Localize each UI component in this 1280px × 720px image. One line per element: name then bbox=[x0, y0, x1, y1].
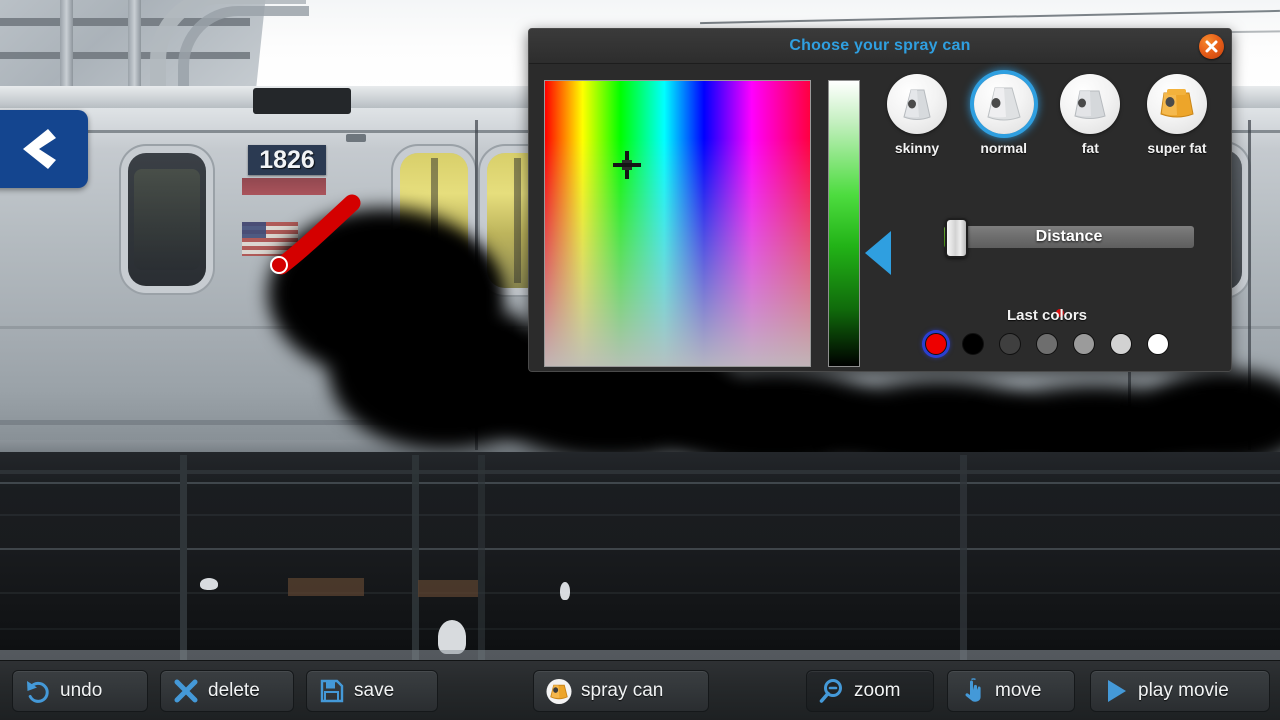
spray-can-dialog: Choose your spray can skinny normal fat … bbox=[528, 28, 1232, 372]
close-button[interactable] bbox=[1199, 34, 1224, 59]
skinny-can-icon bbox=[903, 89, 931, 120]
white-object bbox=[438, 620, 466, 654]
spray-can-label: spray can bbox=[581, 680, 664, 701]
graffiti-blob bbox=[380, 240, 500, 350]
spray-can-icon bbox=[546, 678, 572, 704]
spray-can-label: normal bbox=[980, 140, 1027, 156]
x-cross-icon bbox=[173, 678, 199, 704]
fence-wire bbox=[0, 592, 1280, 594]
zoom-label: zoom bbox=[854, 680, 901, 701]
close-icon bbox=[1205, 40, 1218, 53]
train-number-plate: 1826 bbox=[248, 145, 326, 175]
dialog-title: Choose your spray can bbox=[789, 37, 971, 54]
spray-can-label: fat bbox=[1081, 140, 1099, 156]
flag-canton bbox=[242, 222, 266, 238]
wood-plank bbox=[418, 580, 478, 597]
dialog-titlebar: Choose your spray can bbox=[529, 29, 1231, 64]
fence-wire bbox=[0, 514, 1280, 516]
color-swatch-light-gray[interactable] bbox=[1110, 333, 1132, 355]
fence-post bbox=[180, 455, 187, 660]
fence-wire bbox=[0, 482, 1280, 484]
distance-slider-knob[interactable] bbox=[945, 218, 968, 258]
platform-edge bbox=[0, 650, 1280, 660]
spray-can-disc bbox=[973, 74, 1034, 134]
hand-pointer-icon bbox=[960, 678, 986, 704]
distance-slider-track[interactable]: Distance bbox=[944, 226, 1194, 248]
undo-button[interactable]: undo bbox=[12, 670, 148, 712]
fence-wire bbox=[0, 548, 1280, 550]
spray-can-disc bbox=[1060, 74, 1121, 134]
roof-vent bbox=[346, 134, 366, 142]
play-triangle-icon bbox=[1103, 678, 1129, 704]
fence-post bbox=[478, 455, 485, 660]
color-swatch-red[interactable] bbox=[925, 333, 947, 355]
delete-label: delete bbox=[208, 680, 260, 701]
rail-line bbox=[0, 470, 1280, 474]
brightness-slider[interactable] bbox=[828, 80, 860, 367]
floppy-disk-icon bbox=[319, 678, 345, 704]
fence-post bbox=[412, 455, 419, 660]
crosshair-center bbox=[622, 160, 632, 170]
spray-can-disc bbox=[887, 74, 947, 134]
spray-can-label: skinny bbox=[894, 140, 940, 156]
spray-can-option-normal[interactable]: normal bbox=[964, 74, 1044, 156]
play-movie-button[interactable]: play movie bbox=[1090, 670, 1270, 712]
roof-hatch bbox=[253, 88, 351, 114]
saturation-value-field[interactable] bbox=[544, 80, 811, 367]
white-object bbox=[200, 578, 218, 590]
super-fat-can-icon bbox=[1160, 89, 1194, 118]
distance-slider-label: Distance bbox=[1035, 228, 1103, 245]
last-colors-row bbox=[925, 330, 1169, 358]
move-button[interactable]: move bbox=[947, 670, 1075, 712]
delete-button[interactable]: delete bbox=[160, 670, 294, 712]
fat-can-icon bbox=[1074, 90, 1106, 119]
window-glass bbox=[134, 168, 200, 271]
distance-slider[interactable]: Distance bbox=[944, 218, 1194, 258]
spray-can-option-fat[interactable]: fat bbox=[1050, 74, 1130, 156]
fence-post bbox=[960, 455, 967, 660]
color-swatch-dark-gray[interactable] bbox=[999, 333, 1021, 355]
undo-label: undo bbox=[60, 680, 103, 701]
spray-can-label: super fat bbox=[1147, 140, 1207, 156]
spray-can-option-skinny[interactable]: skinny bbox=[877, 74, 957, 156]
back-button[interactable] bbox=[0, 110, 88, 188]
wood-plank bbox=[288, 578, 364, 596]
spray-can-options: skinny normal fat super fat bbox=[877, 74, 1217, 189]
color-swatch-white[interactable] bbox=[1147, 333, 1169, 355]
fence-wire bbox=[0, 628, 1280, 630]
train-window bbox=[128, 153, 206, 286]
spray-can-disc bbox=[1146, 74, 1207, 134]
move-label: move bbox=[995, 680, 1042, 701]
chevron-left-icon bbox=[23, 129, 56, 169]
normal-can-icon bbox=[987, 87, 1021, 121]
spray-can-option-super-fat[interactable]: super fat bbox=[1137, 74, 1217, 156]
app-root: 1826 Choose your spray can skinny normal… bbox=[0, 0, 1280, 720]
magnifier-minus-icon bbox=[819, 678, 845, 704]
white-object bbox=[560, 582, 570, 600]
train-number-text: 1826 bbox=[259, 145, 315, 174]
play-movie-label: play movie bbox=[1138, 680, 1229, 701]
window-pole bbox=[513, 158, 521, 283]
brightness-slider-marker[interactable] bbox=[865, 231, 891, 275]
color-swatch-black[interactable] bbox=[962, 333, 984, 355]
save-button[interactable]: save bbox=[306, 670, 438, 712]
zoom-button[interactable]: zoom bbox=[806, 670, 934, 712]
save-label: save bbox=[354, 680, 395, 701]
train-red-stripe bbox=[242, 178, 326, 195]
undo-arrow-icon bbox=[25, 678, 51, 704]
spray-can-button[interactable]: spray can bbox=[533, 670, 709, 712]
dialog-body: skinny normal fat super fat Distance Las… bbox=[529, 64, 1231, 371]
color-crosshair-icon bbox=[613, 151, 641, 179]
color-swatch-gray[interactable] bbox=[1073, 333, 1095, 355]
last-colors-title: Last colors bbox=[1006, 307, 1088, 324]
bottom-toolbar: undo delete save spray can zoom move pla… bbox=[0, 660, 1280, 720]
color-swatch-medium-gray[interactable] bbox=[1036, 333, 1058, 355]
